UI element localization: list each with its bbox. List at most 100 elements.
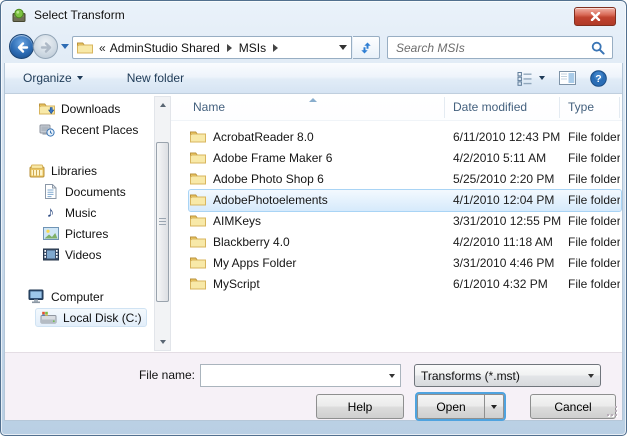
open-button[interactable]: Open — [415, 392, 506, 421]
table-row[interactable]: My Apps Folder 3/31/2010 4:46 PM File fo… — [189, 253, 621, 274]
file-name: Adobe Frame Maker 6 — [213, 151, 332, 165]
new-folder-label: New folder — [127, 71, 184, 85]
scroll-up-button[interactable] — [155, 97, 170, 113]
file-list-header: Name Date modified Type — [171, 95, 622, 121]
sidebar-item-label: Computer — [51, 290, 104, 304]
disk-drive-icon — [40, 310, 57, 326]
file-name: Blackberry 4.0 — [213, 235, 290, 249]
file-name: Adobe Photo Shop 6 — [213, 172, 324, 186]
file-name: My Apps Folder — [213, 256, 296, 270]
sidebar-item-local-disk-c[interactable]: Local Disk (C:) — [35, 308, 147, 327]
recent-places-icon — [38, 122, 55, 138]
refresh-button[interactable] — [353, 36, 380, 59]
file-type: File folder — [568, 151, 620, 165]
document-icon — [42, 184, 59, 200]
forward-button[interactable] — [33, 34, 58, 59]
preview-pane-button[interactable] — [556, 68, 579, 88]
triangle-down-icon — [160, 340, 166, 344]
svg-text:?: ? — [595, 73, 601, 85]
sidebar-item-music[interactable]: ♪ Music — [42, 203, 96, 222]
title-bar[interactable]: Select Transform — [1, 1, 626, 30]
open-button-main[interactable]: Open — [417, 394, 484, 419]
table-row[interactable]: AIMKeys 3/31/2010 12:55 PM File folder — [189, 211, 621, 232]
search-input[interactable] — [388, 41, 591, 55]
views-button[interactable] — [514, 68, 548, 89]
search-icon[interactable] — [591, 41, 605, 55]
nav-history-dropdown-icon[interactable] — [61, 44, 69, 49]
triangle-down-icon — [588, 374, 594, 378]
dialog-footer: File name: Transforms (*.mst) Help Open … — [5, 352, 622, 420]
resize-grip[interactable] — [606, 405, 617, 416]
libraries-icon — [28, 163, 45, 179]
file-name-combo — [200, 364, 401, 387]
triangle-down-icon — [491, 405, 497, 409]
column-divider[interactable] — [444, 97, 445, 118]
breadcrumb-overflow[interactable]: « — [99, 41, 106, 55]
sidebar-item-documents[interactable]: Documents — [42, 182, 126, 201]
back-button[interactable] — [9, 34, 34, 59]
help-button[interactable]: ? — [587, 67, 610, 90]
open-dropdown-button[interactable] — [484, 394, 504, 419]
sidebar-item-recent-places[interactable]: Recent Places — [38, 120, 138, 139]
refresh-icon — [359, 41, 373, 55]
sidebar-item-computer[interactable]: Computer — [28, 287, 104, 306]
sidebar-item-label: Videos — [65, 248, 101, 262]
folder-icon — [190, 256, 206, 272]
cancel-button[interactable]: Cancel — [530, 394, 616, 419]
file-date-modified: 4/2/2010 5:11 AM — [453, 151, 546, 165]
address-dropdown-icon[interactable] — [339, 45, 347, 50]
close-button[interactable] — [574, 7, 616, 26]
scroll-down-button[interactable] — [155, 334, 170, 350]
sidebar-item-label: Local Disk (C:) — [63, 311, 142, 325]
file-name-dropdown-button[interactable] — [384, 365, 400, 386]
table-row[interactable]: Blackberry 4.0 4/2/2010 11:18 AM File fo… — [189, 232, 621, 253]
table-row[interactable]: Adobe Frame Maker 6 4/2/2010 5:11 AM Fil… — [189, 148, 621, 169]
table-row[interactable]: Adobe Photo Shop 6 5/25/2010 2:20 PM Fil… — [189, 169, 621, 190]
address-bar[interactable]: « AdminStudio Shared MSIs — [72, 36, 352, 59]
sidebar-scrollbar-thumb[interactable] — [156, 142, 169, 302]
column-header-type[interactable]: Type — [568, 100, 594, 114]
breadcrumb-separator-icon[interactable] — [227, 44, 232, 52]
sidebar-item-pictures[interactable]: Pictures — [42, 224, 108, 243]
file-type-value: Transforms (*.mst) — [421, 369, 588, 383]
folder-icon — [190, 214, 206, 230]
select-transform-dialog: Select Transform « AdminStudio Shared MS… — [0, 0, 627, 436]
column-divider[interactable] — [619, 97, 620, 118]
preview-pane-icon — [559, 71, 576, 85]
table-row[interactable]: AcrobatReader 8.0 6/11/2010 12:43 PM Fil… — [189, 127, 621, 148]
sidebar-scrollbar[interactable] — [154, 96, 171, 351]
file-name: AIMKeys — [213, 214, 261, 228]
computer-icon — [28, 289, 45, 305]
breadcrumb-item-adminstudio-shared[interactable]: AdminStudio Shared — [110, 41, 220, 55]
search-box — [387, 36, 613, 59]
file-type-select[interactable]: Transforms (*.mst) — [414, 364, 601, 387]
breadcrumb-item-msis[interactable]: MSIs — [239, 41, 266, 55]
folder-icon — [77, 41, 93, 54]
column-header-name[interactable]: Name — [193, 100, 225, 114]
chevron-down-icon — [77, 76, 83, 80]
downloads-folder-icon — [38, 101, 55, 117]
file-name: AcrobatReader 8.0 — [213, 130, 314, 144]
help-icon: ? — [590, 70, 607, 87]
file-name: MyScript — [213, 277, 260, 291]
file-type: File folder — [568, 256, 620, 270]
sort-ascending-icon — [309, 98, 317, 102]
organize-button[interactable]: Organize — [15, 67, 91, 89]
table-row[interactable]: MyScript 6/1/2010 4:32 PM File folder — [189, 274, 621, 295]
sidebar-item-downloads[interactable]: Downloads — [38, 99, 120, 118]
help-button-footer[interactable]: Help — [316, 394, 404, 419]
table-row[interactable]: AdobePhotoelements 4/1/2010 12:04 PM Fil… — [189, 190, 621, 211]
sidebar-item-libraries[interactable]: Libraries — [28, 161, 97, 180]
file-name-input[interactable] — [201, 369, 384, 383]
sidebar-item-videos[interactable]: Videos — [42, 245, 101, 264]
file-date-modified: 4/1/2010 12:04 PM — [453, 193, 554, 207]
new-folder-button[interactable]: New folder — [119, 67, 192, 89]
file-name: AdobePhotoelements — [213, 193, 328, 207]
sidebar-item-label: Pictures — [65, 227, 108, 241]
close-icon — [590, 12, 601, 21]
breadcrumb-separator-icon[interactable] — [273, 44, 278, 52]
column-divider[interactable] — [559, 97, 560, 118]
file-type: File folder — [568, 214, 620, 228]
column-header-date-modified[interactable]: Date modified — [453, 100, 527, 114]
file-date-modified: 6/11/2010 12:43 PM — [453, 130, 560, 144]
